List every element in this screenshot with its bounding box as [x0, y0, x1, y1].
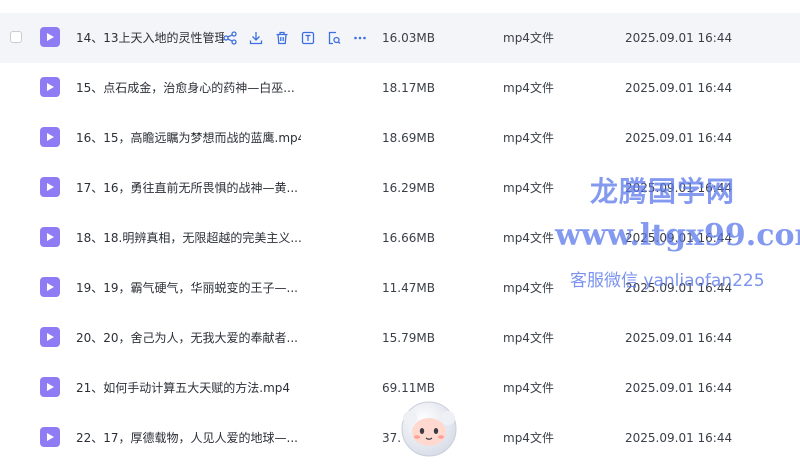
file-date: 2025.09.01 16:44	[625, 281, 733, 295]
row-actions	[222, 29, 368, 47]
file-name[interactable]: 18、18.明辨真相，无限超越的完美主义...	[76, 213, 301, 263]
video-file-icon	[40, 277, 60, 297]
file-name[interactable]: 15、点石成金，治愈身心的药神—白巫...	[76, 63, 301, 113]
delete-icon[interactable]	[274, 30, 290, 46]
video-file-icon	[40, 127, 60, 147]
table-row[interactable]: 18、18.明辨真相，无限超越的完美主义... 16.66MB mp4文件 20…	[0, 213, 800, 263]
file-date: 2025.09.01 16:44	[625, 81, 733, 95]
video-file-icon	[40, 227, 60, 247]
file-size: 15.79MB	[382, 331, 435, 345]
assistant-mascot-icon[interactable]	[396, 396, 462, 462]
file-date: 2025.09.01 16:44	[625, 331, 733, 345]
file-name[interactable]: 22、17，厚德载物，人见人爱的地球—...	[76, 413, 301, 463]
file-size: 18.17MB	[382, 81, 435, 95]
file-name[interactable]: 16、15，高瞻远瞩为梦想而战的蓝鹰.mp4	[76, 113, 301, 163]
file-date: 2025.09.01 16:44	[625, 231, 733, 245]
video-file-icon	[40, 327, 60, 347]
file-name[interactable]: 21、如何手动计算五大天赋的方法.mp4	[76, 363, 301, 413]
table-row[interactable]: 19、19，霸气硬气，华丽蜕变的王子—... 11.47MB mp4文件 202…	[0, 263, 800, 313]
file-size: 16.66MB	[382, 231, 435, 245]
file-type: mp4文件	[503, 331, 554, 345]
file-type: mp4文件	[503, 281, 554, 295]
file-date: 2025.09.01 16:44	[625, 181, 733, 195]
file-size: 16.29MB	[382, 181, 435, 195]
video-file-icon	[40, 77, 60, 97]
video-file-icon	[40, 377, 60, 397]
share-icon[interactable]	[222, 30, 238, 46]
rename-icon[interactable]	[300, 30, 316, 46]
file-size: 11.47MB	[382, 281, 435, 295]
file-name[interactable]: 20、20，舍己为人，无我大爱的奉献者...	[76, 313, 301, 363]
file-type: mp4文件	[503, 131, 554, 145]
video-file-icon	[40, 427, 60, 447]
table-row[interactable]: 17、16，勇往直前无所畏惧的战神—黄... 16.29MB mp4文件 202…	[0, 163, 800, 213]
row-checkbox[interactable]	[10, 31, 22, 43]
table-row[interactable]: 16、15，高瞻远瞩为梦想而战的蓝鹰.mp4 18.69MB mp4文件 202…	[0, 113, 800, 163]
file-type: mp4文件	[503, 31, 554, 45]
file-size: 16.03MB	[382, 31, 435, 45]
file-name[interactable]: 14、13上天入地的灵性管理	[76, 13, 224, 63]
file-type: mp4文件	[503, 431, 554, 445]
table-row[interactable]: 20、20，舍己为人，无我大爱的奉献者... 15.79MB mp4文件 202…	[0, 313, 800, 363]
download-icon[interactable]	[248, 30, 264, 46]
file-date: 2025.09.01 16:44	[625, 381, 733, 395]
file-name[interactable]: 17、16，勇往直前无所畏惧的战神—黄...	[76, 163, 301, 213]
file-type: mp4文件	[503, 181, 554, 195]
table-row[interactable]: 14、13上天入地的灵性管理 16.03MB mp4文件 2025.09.01 …	[0, 13, 800, 63]
file-date: 2025.09.01 16:44	[625, 31, 733, 45]
preview-icon[interactable]	[326, 30, 342, 46]
file-size: 18.69MB	[382, 131, 435, 145]
file-name[interactable]: 19、19，霸气硬气，华丽蜕变的王子—...	[76, 263, 301, 313]
table-row[interactable]: 15、点石成金，治愈身心的药神—白巫... 18.17MB mp4文件 2025…	[0, 63, 800, 113]
file-date: 2025.09.01 16:44	[625, 431, 733, 445]
more-icon[interactable]	[352, 30, 368, 46]
video-file-icon	[40, 177, 60, 197]
video-file-icon	[40, 27, 60, 47]
file-type: mp4文件	[503, 381, 554, 395]
file-type: mp4文件	[503, 81, 554, 95]
file-date: 2025.09.01 16:44	[625, 131, 733, 145]
file-type: mp4文件	[503, 231, 554, 245]
